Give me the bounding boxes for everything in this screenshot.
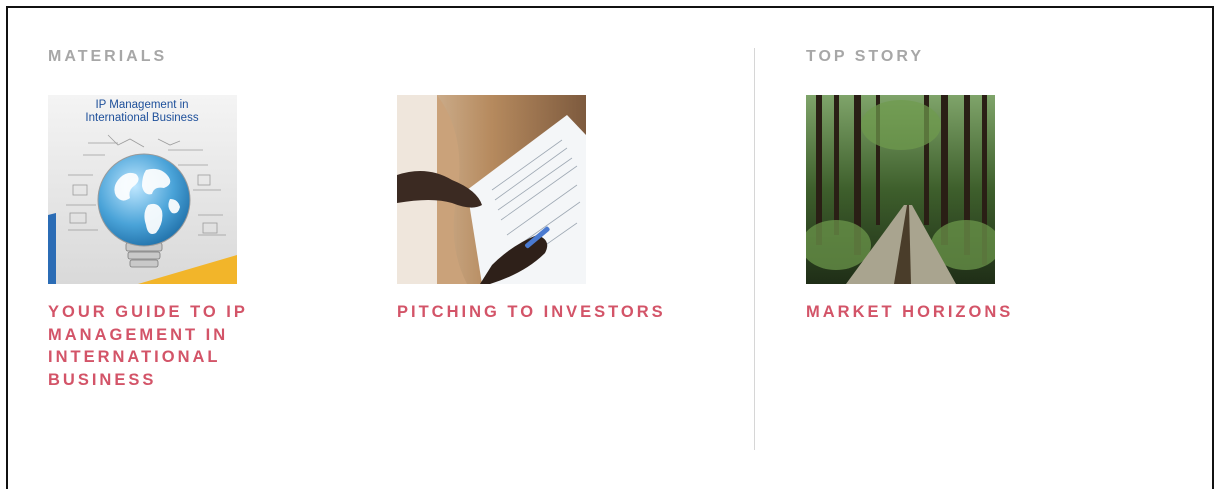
material-card-ip-guide[interactable]: IP Management in International Business …	[48, 95, 308, 391]
market-horizons-title-link[interactable]: MARKET HORIZONS	[806, 301, 1126, 324]
pitching-photo-image[interactable]	[397, 95, 586, 284]
column-divider	[754, 48, 755, 450]
material-card-pitching[interactable]: PITCHING TO INVESTORS	[397, 95, 717, 324]
top-story-section-title: TOP STORY	[806, 48, 924, 65]
cover-title-line1: IP Management in	[95, 99, 188, 111]
materials-section-title: MATERIALS	[48, 48, 168, 65]
ip-guide-title-link[interactable]: YOUR GUIDE TO IP MANAGEMENT IN INTERNATI…	[48, 301, 288, 391]
cover-title-line2: International Business	[85, 112, 198, 124]
pitching-title-link[interactable]: PITCHING TO INVESTORS	[397, 301, 717, 324]
market-horizons-photo-image[interactable]	[806, 95, 995, 284]
ip-guide-cover-image[interactable]: IP Management in International Business	[48, 95, 237, 284]
top-story-card-market-horizons[interactable]: MARKET HORIZONS	[806, 95, 1126, 324]
